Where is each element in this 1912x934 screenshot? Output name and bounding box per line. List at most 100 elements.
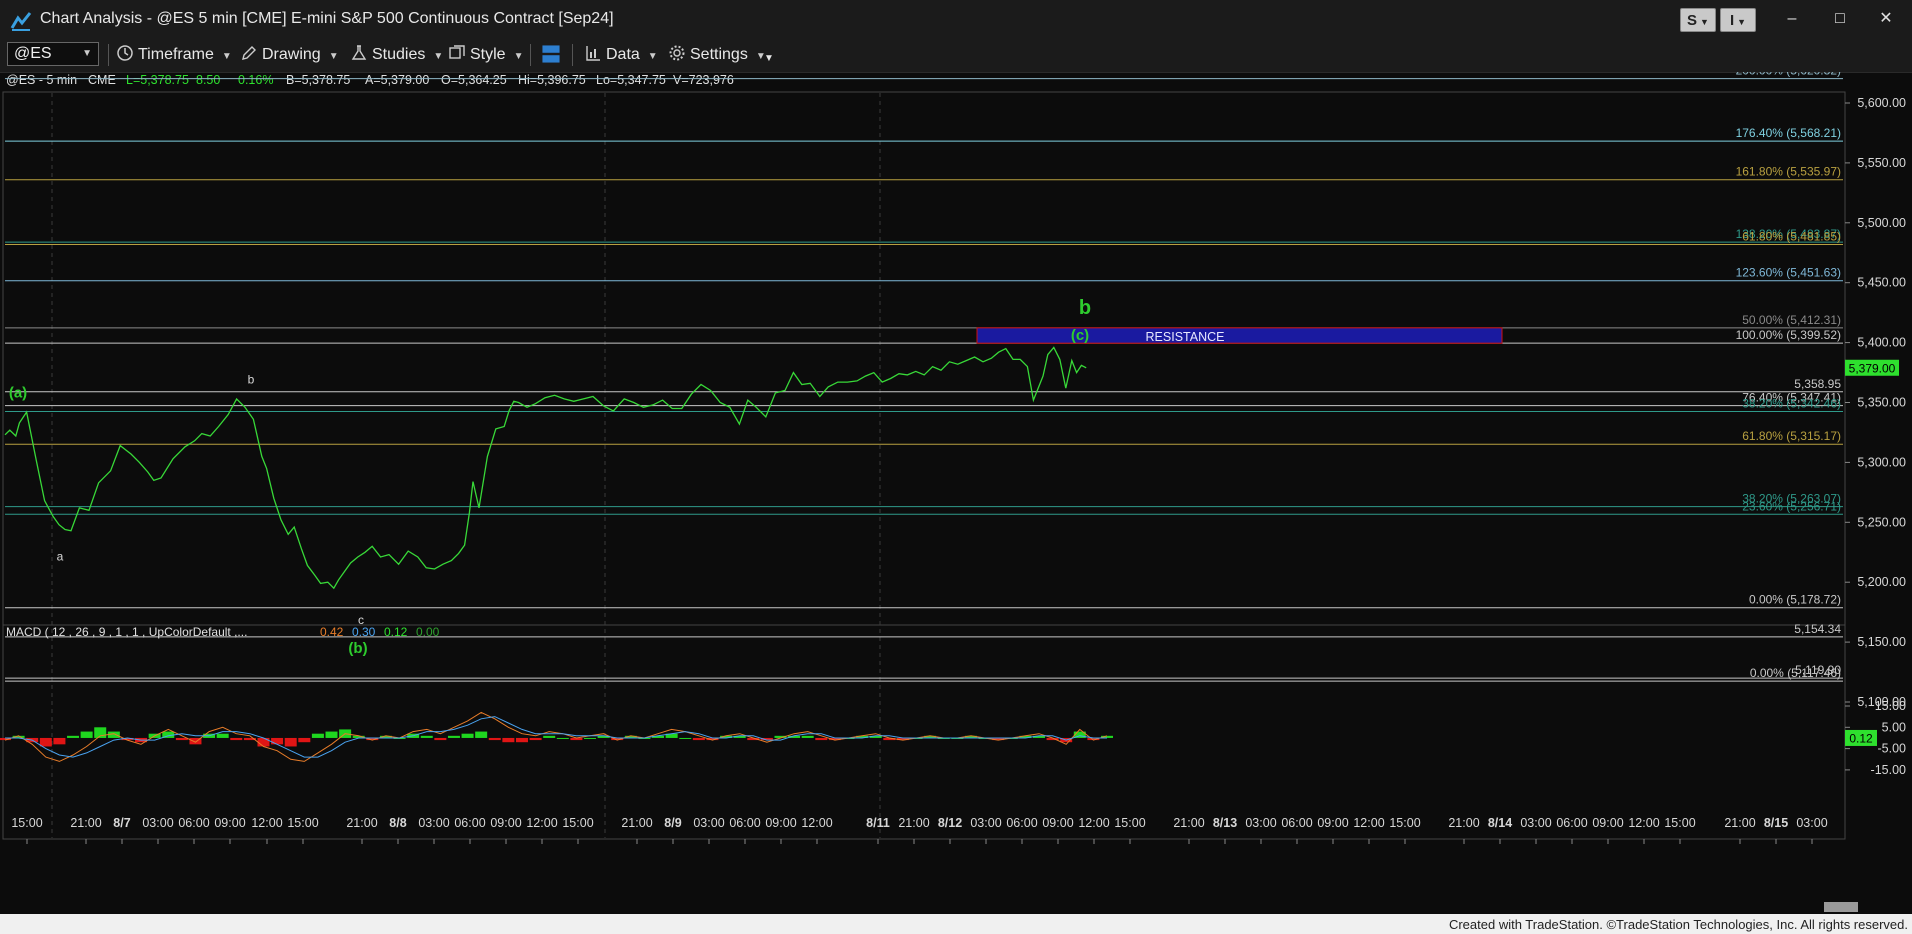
macd-histogram-bar	[284, 737, 297, 747]
settings-menu[interactable]: Settings ▼	[668, 43, 766, 67]
time-axis-tick-label: 06:00	[1281, 816, 1312, 830]
status-volume: V=723,976	[673, 73, 734, 87]
studies-label: Studies	[372, 46, 426, 63]
macd-histogram-bar	[80, 731, 93, 738]
time-axis-tick-label: 21:00	[621, 816, 652, 830]
fib-level-label: 5,154.34	[1794, 622, 1841, 636]
time-axis-tick-label: 8/8	[389, 816, 406, 830]
style-icon	[449, 45, 465, 59]
price-panel-frame	[2, 91, 1846, 626]
close-button[interactable]: ✕	[1866, 6, 1906, 32]
layout-button[interactable]	[540, 43, 566, 67]
fib-level-label: 23.60% (5,256.71)	[1742, 499, 1841, 513]
fib-level-label: 161.80% (5,535.97)	[1736, 165, 1841, 179]
data-label: Data	[606, 46, 640, 63]
macd-histogram-bar	[543, 735, 556, 738]
resistance-box	[976, 327, 1503, 344]
macd-histogram-bar	[815, 737, 828, 741]
overflow-menu[interactable]: ▼	[764, 47, 774, 71]
time-axis-tick-label: 09:00	[490, 816, 521, 830]
time-axis-tick-label: 03:00	[142, 816, 173, 830]
fib-level-label: 61.80% (5,315.17)	[1742, 429, 1841, 443]
macd-histogram-bar	[257, 737, 270, 747]
chevron-down-icon: ▼	[513, 51, 524, 62]
panes-icon	[542, 45, 560, 63]
time-axis-tick-label: 06:00	[1006, 816, 1037, 830]
macd-value-2: 0.30	[352, 625, 376, 639]
time-axis-tick-label: 15:00	[1114, 816, 1145, 830]
chart-svg[interactable]: @ES - 5 min CME L=5,378.75 8.50 0.16% B=…	[0, 64, 1912, 914]
status-last: L=5,378.75	[126, 73, 189, 87]
macd-histogram-bar	[216, 733, 229, 738]
s-dropdown-button[interactable]: S ▼	[1680, 8, 1716, 32]
wave-label: (a)	[9, 385, 27, 402]
minimize-button[interactable]: –	[1772, 6, 1812, 32]
fib-level-label: 100.00% (5,399.52)	[1736, 328, 1841, 342]
status-pct: 0.16%	[238, 73, 273, 87]
style-label: Style	[470, 46, 506, 63]
macd-histogram-bar	[801, 735, 814, 738]
time-axis-tick-label: 21:00	[1173, 816, 1204, 830]
drawing-menu[interactable]: Drawing ▼	[240, 43, 339, 67]
symbol-input[interactable]: @ES ▼	[7, 42, 99, 66]
fib-level-label: 0.00% (5,178.72)	[1749, 593, 1841, 607]
status-exchange: CME	[88, 73, 116, 87]
macd-histogram-bar	[461, 733, 474, 738]
timeframe-menu[interactable]: Timeframe ▼	[116, 43, 232, 67]
macd-axis-tick-label: 15.00	[1875, 699, 1906, 713]
macd-histogram-bar	[325, 731, 338, 738]
time-axis-tick-label: 06:00	[454, 816, 485, 830]
time-axis-tick-label: 03:00	[970, 816, 1001, 830]
macd-histogram-bar	[39, 737, 52, 747]
time-axis-tick-label: 03:00	[1796, 816, 1827, 830]
timeframe-label: Timeframe	[138, 46, 214, 63]
horizontal-scrollbar-thumb[interactable]	[1824, 902, 1858, 912]
chevron-down-icon: ▼	[647, 51, 658, 62]
time-axis-tick-label: 12:00	[1078, 816, 1109, 830]
time-axis-tick-label: 09:00	[1042, 816, 1073, 830]
time-axis-tick-label: 03:00	[1520, 816, 1551, 830]
chart-area[interactable]: @ES - 5 min CME L=5,378.75 8.50 0.16% B=…	[0, 64, 1912, 934]
wave-label: b	[1079, 297, 1091, 319]
macd-last-value-label: 0.12	[1849, 731, 1873, 745]
macd-histogram-bar	[692, 737, 705, 741]
studies-menu[interactable]: Studies ▼	[350, 43, 443, 67]
flask-icon	[351, 45, 367, 60]
window-title: Chart Analysis - @ES 5 min [CME] E-mini …	[40, 10, 614, 27]
fib-level-label: 61.80% (5,481.85)	[1742, 230, 1841, 244]
resistance-zone: RESISTANCE	[976, 327, 1503, 344]
gear-icon	[669, 45, 685, 61]
wave-label: (b)	[348, 640, 367, 657]
settings-label: Settings	[690, 46, 748, 63]
macd-histogram-bar	[529, 737, 542, 741]
time-axis-tick-label: 03:00	[418, 816, 449, 830]
wave-label: (c)	[1071, 327, 1089, 344]
macd-histogram-bar	[271, 737, 284, 745]
macd-histogram-bar	[488, 737, 501, 741]
last-price-label: 5,379.00	[1849, 361, 1896, 375]
clock-icon	[117, 45, 133, 61]
fib-level-label: 38.20% (5,342.46)	[1742, 397, 1841, 411]
time-axis-tick-label: 21:00	[898, 816, 929, 830]
wave-label: a	[57, 550, 64, 564]
macd-histogram-bar	[502, 737, 515, 743]
fib-level-label: 50.00% (5,412.31)	[1742, 313, 1841, 327]
chevron-down-icon: ▼	[764, 53, 774, 64]
i-dropdown-button[interactable]: I ▼	[1720, 8, 1756, 32]
time-axis-tick-label: 15:00	[1664, 816, 1695, 830]
macd-histogram-bar	[679, 737, 692, 739]
price-axis-tick-label: 5,550.00	[1857, 156, 1906, 170]
price-axis-tick-label: 5,500.00	[1857, 216, 1906, 230]
style-menu[interactable]: Style ▼	[448, 43, 523, 67]
pencil-icon	[242, 46, 256, 60]
maximize-button[interactable]: □	[1820, 6, 1860, 32]
price-axis: 5,600.00 5,550.00 5,500.00 5,450.00 5,400.00…	[1845, 96, 1906, 709]
price-axis-tick-label: 5,350.00	[1857, 396, 1906, 410]
chevron-down-icon: ▼	[221, 51, 232, 62]
data-menu[interactable]: Data ▼	[584, 43, 658, 67]
macd-histogram-bar	[420, 735, 433, 738]
time-axis-tick-label: 06:00	[729, 816, 760, 830]
fib-level-label: 200.00% (5,620.32)	[1736, 72, 1841, 78]
resistance-label: RESISTANCE	[1146, 330, 1225, 344]
toolbar-divider	[572, 44, 573, 66]
